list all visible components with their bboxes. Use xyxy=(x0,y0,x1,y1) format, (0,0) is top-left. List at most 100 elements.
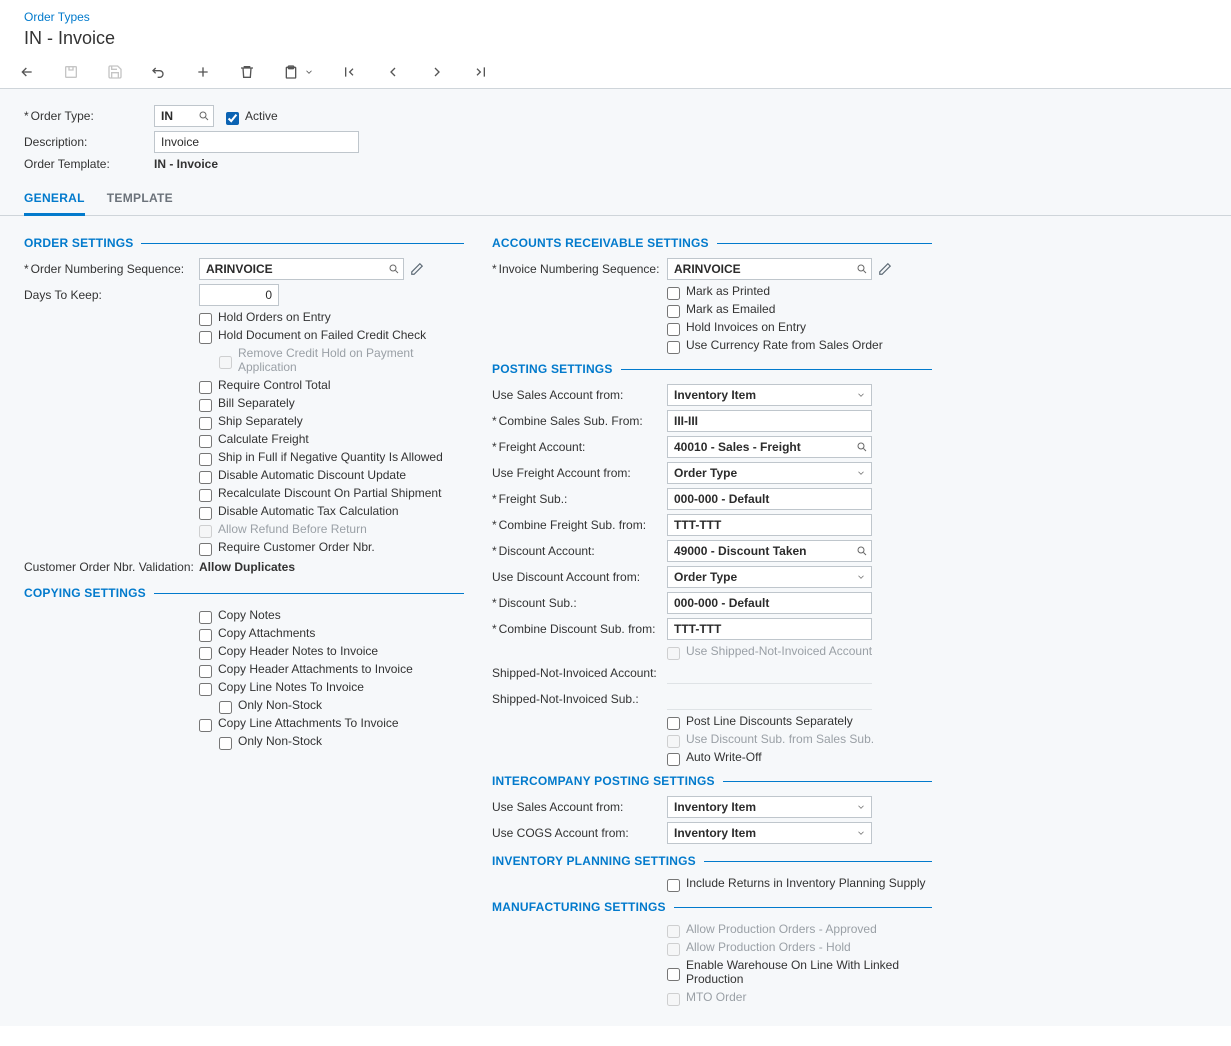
only-nonstock1-label: Only Non-Stock xyxy=(238,698,322,712)
toolbar xyxy=(0,57,1231,88)
allow-refund-label: Allow Refund Before Return xyxy=(218,522,367,536)
disable-auto-disc-checkbox[interactable] xyxy=(199,471,212,484)
use-disc-acct-select[interactable] xyxy=(667,566,872,588)
first-icon[interactable] xyxy=(340,63,358,81)
hold-orders-checkbox[interactable] xyxy=(199,313,212,326)
days-to-keep-label: Days To Keep: xyxy=(24,288,199,302)
require-cust-ord-checkbox[interactable] xyxy=(199,543,212,556)
allow-prod-approved-checkbox xyxy=(667,925,680,938)
auto-writeoff-label: Auto Write-Off xyxy=(686,750,762,764)
ic-use-sales-acct-label: Use Sales Account from: xyxy=(492,800,667,814)
next-icon[interactable] xyxy=(428,63,446,81)
use-freight-acct-select[interactable] xyxy=(667,462,872,484)
clipboard-dropdown-icon[interactable] xyxy=(304,63,314,81)
undo-icon[interactable] xyxy=(150,63,168,81)
days-to-keep-input[interactable] xyxy=(199,284,279,306)
mark-emailed-checkbox[interactable] xyxy=(667,305,680,318)
ic-use-sales-acct-select[interactable] xyxy=(667,796,872,818)
freight-sub-input[interactable] xyxy=(667,488,872,510)
section-manufacturing: MANUFACTURING SETTINGS xyxy=(492,900,932,914)
copy-notes-checkbox[interactable] xyxy=(199,611,212,624)
order-type-input[interactable] xyxy=(154,105,214,127)
use-sales-acct-select[interactable] xyxy=(667,384,872,406)
allow-prod-hold-label: Allow Production Orders - Hold xyxy=(686,940,851,954)
save-close-icon xyxy=(62,63,80,81)
only-nonstock2-label: Only Non-Stock xyxy=(238,734,322,748)
combine-sales-sub-input[interactable] xyxy=(667,410,872,432)
ic-use-cogs-acct-select[interactable] xyxy=(667,822,872,844)
page-title: IN - Invoice xyxy=(0,26,1231,57)
combine-disc-sub-input[interactable] xyxy=(667,618,872,640)
ship-not-inv-sub-input xyxy=(667,688,872,710)
require-cust-ord-label: Require Customer Order Nbr. xyxy=(218,540,375,554)
freight-acct-input[interactable] xyxy=(667,436,872,458)
use-curr-rate-label: Use Currency Rate from Sales Order xyxy=(686,338,883,352)
active-checkbox[interactable] xyxy=(226,112,239,125)
section-copy-settings: COPYING SETTINGS xyxy=(24,586,464,600)
copy-attach-label: Copy Attachments xyxy=(218,626,315,640)
bill-sep-label: Bill Separately xyxy=(218,396,295,410)
ship-full-neg-checkbox[interactable] xyxy=(199,453,212,466)
disc-acct-input[interactable] xyxy=(667,540,872,562)
delete-icon[interactable] xyxy=(238,63,256,81)
only-nonstock1-checkbox[interactable] xyxy=(219,701,232,714)
description-input[interactable] xyxy=(154,131,359,153)
allow-prod-approved-label: Allow Production Orders - Approved xyxy=(686,922,877,936)
description-label: Description: xyxy=(24,135,154,149)
recalc-disc-checkbox[interactable] xyxy=(199,489,212,502)
prev-icon[interactable] xyxy=(384,63,402,81)
copy-hdr-attach-checkbox[interactable] xyxy=(199,665,212,678)
copy-line-notes-checkbox[interactable] xyxy=(199,683,212,696)
disc-sub-input[interactable] xyxy=(667,592,872,614)
section-inv-planning: INVENTORY PLANNING SETTINGS xyxy=(492,854,932,868)
mark-printed-checkbox[interactable] xyxy=(667,287,680,300)
last-icon[interactable] xyxy=(472,63,490,81)
require-ctrl-checkbox[interactable] xyxy=(199,381,212,394)
combine-freight-sub-input[interactable] xyxy=(667,514,872,536)
copy-hdr-notes-checkbox[interactable] xyxy=(199,647,212,660)
disable-auto-tax-checkbox[interactable] xyxy=(199,507,212,520)
hold-orders-label: Hold Orders on Entry xyxy=(218,310,331,324)
hold-doc-checkbox[interactable] xyxy=(199,331,212,344)
hold-doc-label: Hold Document on Failed Credit Check xyxy=(218,328,426,342)
ic-use-cogs-acct-label: Use COGS Account from: xyxy=(492,826,667,840)
disable-auto-tax-label: Disable Automatic Tax Calculation xyxy=(218,504,399,518)
use-ship-not-inv-checkbox xyxy=(667,647,680,660)
pencil-icon[interactable] xyxy=(410,262,424,276)
order-num-seq-input[interactable] xyxy=(199,258,404,280)
breadcrumb-link[interactable]: Order Types xyxy=(24,10,90,24)
include-returns-checkbox[interactable] xyxy=(667,879,680,892)
active-label: Active xyxy=(245,109,278,123)
calc-freight-label: Calculate Freight xyxy=(218,432,309,446)
order-type-label: *Order Type: xyxy=(24,109,154,123)
clipboard-icon[interactable] xyxy=(282,63,300,81)
tab-general[interactable]: GENERAL xyxy=(24,185,85,216)
copy-line-notes-label: Copy Line Notes To Invoice xyxy=(218,680,364,694)
disc-acct-label: *Discount Account: xyxy=(492,544,667,558)
calc-freight-checkbox[interactable] xyxy=(199,435,212,448)
use-curr-rate-checkbox[interactable] xyxy=(667,341,680,354)
ship-not-inv-sub-label: Shipped-Not-Invoiced Sub.: xyxy=(492,692,667,706)
inv-num-seq-input[interactable] xyxy=(667,258,872,280)
only-nonstock2-checkbox[interactable] xyxy=(219,737,232,750)
back-icon[interactable] xyxy=(18,63,36,81)
ship-sep-checkbox[interactable] xyxy=(199,417,212,430)
bill-sep-checkbox[interactable] xyxy=(199,399,212,412)
copy-line-attach-checkbox[interactable] xyxy=(199,719,212,732)
hold-invoices-checkbox[interactable] xyxy=(667,323,680,336)
order-template-value: IN - Invoice xyxy=(154,157,218,171)
breadcrumb: Order Types xyxy=(0,10,1231,26)
enable-whse-checkbox[interactable] xyxy=(667,968,680,981)
recalc-disc-label: Recalculate Discount On Partial Shipment xyxy=(218,486,441,500)
pencil-icon[interactable] xyxy=(878,262,892,276)
tab-template[interactable]: TEMPLATE xyxy=(107,185,173,215)
active-checkbox-wrap[interactable]: Active xyxy=(226,109,278,123)
freight-acct-label: *Freight Account: xyxy=(492,440,667,454)
post-line-disc-checkbox[interactable] xyxy=(667,717,680,730)
mto-order-label: MTO Order xyxy=(686,990,746,1004)
copy-attach-checkbox[interactable] xyxy=(199,629,212,642)
add-icon[interactable] xyxy=(194,63,212,81)
auto-writeoff-checkbox[interactable] xyxy=(667,753,680,766)
disc-sub-label: *Discount Sub.: xyxy=(492,596,667,610)
mark-printed-label: Mark as Printed xyxy=(686,284,770,298)
